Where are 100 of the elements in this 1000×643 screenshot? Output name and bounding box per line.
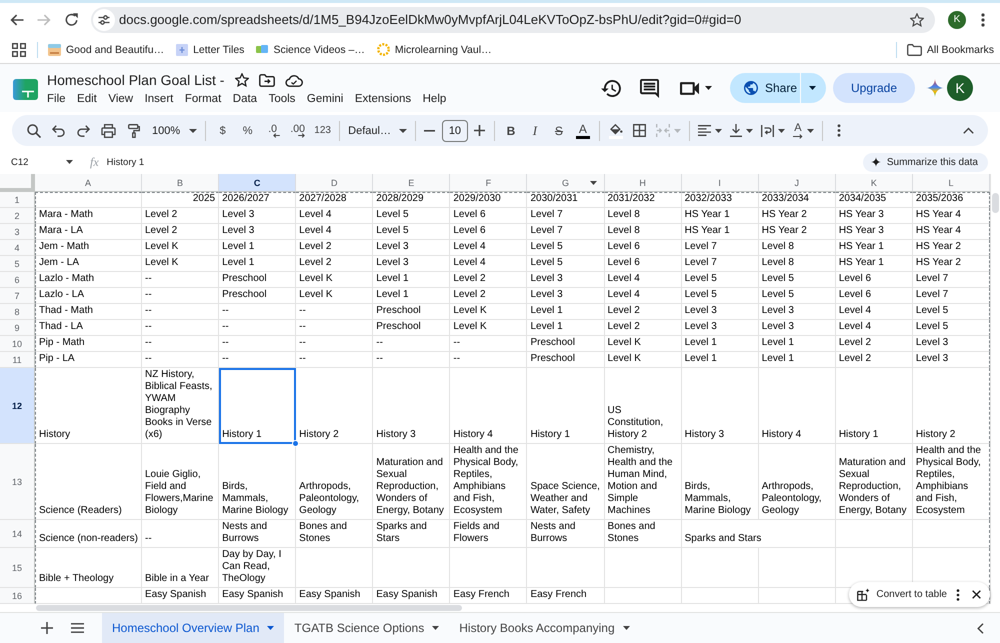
plus-icon[interactable] — [474, 125, 486, 136]
apps-grid-icon[interactable] — [12, 42, 26, 56]
font-dropdown[interactable]: Defaul… — [344, 118, 411, 142]
sparkle-icon[interactable] — [926, 79, 944, 97]
decrease-decimal-button[interactable]: .0 — [260, 118, 286, 142]
menu-item[interactable]: Insert — [144, 91, 174, 108]
paint-format-icon[interactable] — [128, 124, 140, 138]
row-header[interactable]: 16 — [0, 588, 35, 604]
profile-avatar[interactable]: K — [948, 10, 966, 28]
minus-icon[interactable] — [424, 130, 436, 132]
spreadsheet-logo-icon[interactable] — [13, 79, 38, 100]
column-header[interactable]: B — [142, 174, 220, 192]
bookmark-link[interactable]: Science Videos –… — [256, 44, 365, 56]
sheet-tab[interactable]: History Books Accompanying — [449, 613, 640, 643]
scrollbar-thumb[interactable] — [36, 605, 462, 611]
comment-icon[interactable] — [640, 78, 659, 98]
borders-icon[interactable] — [633, 124, 646, 137]
menu-item[interactable]: View — [108, 91, 134, 108]
menu-item[interactable]: File — [47, 91, 66, 108]
row-header[interactable]: 8 — [0, 304, 35, 320]
italic-button[interactable]: I — [522, 118, 547, 142]
bold-button[interactable]: B — [498, 118, 523, 142]
name-box[interactable]: C12 — [4, 152, 78, 172]
column-header[interactable]: H — [604, 174, 682, 192]
menu-item[interactable]: Extensions — [354, 91, 412, 108]
currency-format-button[interactable]: $ — [210, 118, 236, 142]
redo-icon[interactable] — [77, 124, 90, 136]
menu-item[interactable]: Tools — [268, 91, 296, 108]
history-icon[interactable] — [601, 80, 621, 96]
back-arrow-icon[interactable] — [10, 14, 24, 26]
star-icon[interactable] — [910, 12, 924, 26]
caret-icon[interactable] — [746, 128, 753, 132]
row-header[interactable]: 4 — [0, 240, 35, 256]
caret-icon[interactable] — [806, 128, 814, 132]
row-header[interactable]: 2 — [0, 208, 35, 224]
fill-color-icon[interactable] — [608, 122, 623, 138]
row-header[interactable]: 12 — [0, 368, 35, 444]
column-header[interactable]: K — [836, 174, 913, 192]
row-header[interactable]: 10 — [0, 336, 35, 352]
bookmark-link[interactable]: Good and Beautifu… — [48, 44, 164, 56]
bookmark-link[interactable]: Microlearning Vaul… — [376, 43, 492, 56]
star-icon[interactable] — [235, 73, 250, 87]
text-rotation-button[interactable]: A — [792, 122, 803, 138]
row-header[interactable]: 11 — [0, 352, 35, 368]
increase-decimal-button[interactable]: .00 — [285, 118, 310, 142]
column-header[interactable]: E — [373, 174, 450, 192]
search-icon[interactable] — [26, 124, 40, 138]
column-header[interactable]: I — [682, 174, 759, 192]
bookmark-link[interactable]: Letter Tiles — [176, 44, 244, 56]
sheet-tab[interactable]: Homeschool Overview Plan — [102, 613, 284, 643]
row-header[interactable]: 6 — [0, 272, 35, 288]
all-bookmarks-button[interactable]: All Bookmarks — [906, 44, 994, 56]
selected-cell[interactable]: History 1 — [219, 368, 296, 444]
account-avatar[interactable]: K — [947, 75, 973, 101]
row-header[interactable]: 13 — [0, 444, 35, 520]
percent-format-button[interactable]: % — [235, 118, 260, 142]
column-header[interactable]: C — [219, 174, 296, 192]
column-header[interactable]: G — [527, 174, 605, 192]
add-sheet-icon[interactable] — [41, 622, 53, 634]
sheet-tab[interactable]: TGATB Science Options — [284, 613, 450, 643]
menu-item[interactable]: Help — [422, 91, 446, 108]
menu-icon[interactable] — [70, 623, 84, 633]
print-icon[interactable] — [101, 124, 116, 138]
text-wrap-icon[interactable] — [760, 124, 774, 136]
summarize-button[interactable]: Summarize this data — [862, 152, 988, 172]
font-size-field[interactable]: 10 — [442, 120, 468, 142]
caret-icon[interactable] — [778, 128, 785, 132]
more-icon[interactable] — [956, 588, 960, 600]
undo-icon[interactable] — [52, 124, 65, 136]
row-header[interactable]: 1 — [0, 192, 35, 208]
menu-item[interactable]: Format — [184, 91, 222, 108]
menu-item[interactable]: Edit — [77, 91, 97, 108]
row-header[interactable]: 7 — [0, 288, 35, 304]
address-bar[interactable]: docs.google.com/spreadsheets/d/1M5_B94JzoEelDkMw0yMvpfArjL04LeKVToOpZ-bsPhU/edit?gid=0#gid=0 — [91, 6, 935, 32]
menu-item[interactable]: Data — [232, 91, 258, 108]
more-icon[interactable] — [981, 12, 985, 26]
fill-handle-icon[interactable] — [292, 440, 300, 447]
column-header[interactable]: J — [758, 174, 836, 192]
reload-icon[interactable] — [65, 13, 78, 26]
column-header[interactable]: A — [35, 174, 142, 192]
column-header[interactable]: F — [450, 174, 528, 192]
strikethrough-button[interactable]: S — [546, 118, 571, 142]
caret-icon[interactable] — [590, 180, 597, 184]
video-camera-icon[interactable] — [680, 82, 699, 94]
caret-icon[interactable] — [714, 128, 722, 132]
column-header[interactable]: L — [912, 174, 990, 192]
folder-arrow-icon[interactable] — [259, 74, 276, 86]
row-header[interactable]: 3 — [0, 224, 35, 240]
text-color-button[interactable]: A — [570, 118, 595, 142]
document-title[interactable]: Homeschool Plan Goal List - — [47, 69, 224, 91]
upgrade-button[interactable]: Upgrade — [833, 73, 915, 103]
caret-icon[interactable] — [705, 86, 712, 90]
align-left-icon[interactable] — [698, 125, 711, 136]
align-bottom-icon[interactable] — [730, 124, 742, 137]
row-header[interactable]: 14 — [0, 520, 35, 548]
tune-icon[interactable] — [93, 8, 115, 30]
cloud-icon[interactable] — [285, 74, 304, 86]
chevron-up-icon[interactable] — [962, 127, 974, 134]
close-icon[interactable] — [972, 590, 981, 599]
scrollbar-thumb[interactable] — [992, 193, 999, 213]
